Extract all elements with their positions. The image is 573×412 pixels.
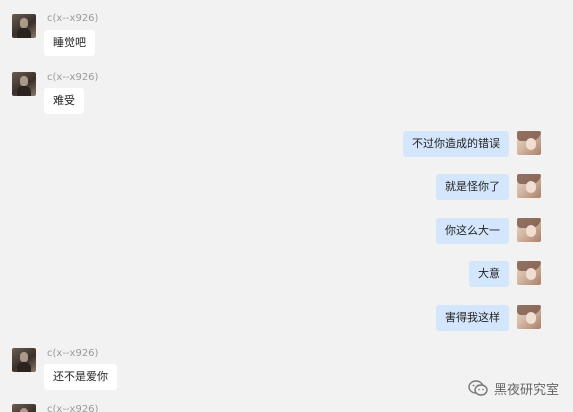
my-avatar[interactable]	[517, 261, 541, 285]
message-bubble[interactable]: 大意	[469, 261, 509, 287]
message-bubble[interactable]: 你这么大一	[436, 218, 509, 244]
message-bubble[interactable]: 害得我这样	[436, 305, 509, 331]
my-avatar[interactable]	[517, 131, 541, 155]
contact-avatar[interactable]	[12, 14, 36, 38]
message-row-right: 你这么大一	[0, 212, 573, 252]
sender-nickname: c(x--x926)	[47, 13, 99, 24]
message-row-left: c(x--x926)	[0, 400, 573, 412]
message-bubble[interactable]: 难受	[44, 88, 84, 114]
message-bubble[interactable]: 不过你造成的错误	[403, 131, 509, 157]
watermark: 黑夜研究室	[468, 379, 559, 398]
message-row-left: c(x--x926) 难受	[0, 60, 573, 120]
wechat-logo-icon	[468, 380, 488, 396]
sender-nickname: c(x--x926)	[47, 72, 99, 83]
my-avatar[interactable]	[517, 305, 541, 329]
my-avatar[interactable]	[517, 218, 541, 242]
chat-message-list: c(x--x926) 睡觉吧 c(x--x926) 难受 不过你造成的错误 就是…	[0, 0, 573, 412]
message-bubble[interactable]: 就是怪你了	[436, 174, 509, 200]
message-row-right: 不过你造成的错误	[0, 125, 573, 165]
contact-avatar[interactable]	[12, 348, 36, 372]
sender-nickname: c(x--x926)	[47, 404, 99, 412]
contact-avatar[interactable]	[12, 72, 36, 96]
sender-nickname: c(x--x926)	[47, 348, 99, 359]
watermark-text: 黑夜研究室	[493, 383, 559, 398]
message-bubble[interactable]: 睡觉吧	[44, 30, 95, 56]
message-row-right: 害得我这样	[0, 299, 573, 339]
message-row-right: 就是怪你了	[0, 168, 573, 208]
message-bubble[interactable]: 还不是爱你	[44, 364, 117, 390]
message-row-left: c(x--x926) 睡觉吧	[0, 0, 573, 60]
message-row-right: 大意	[0, 255, 573, 295]
contact-avatar[interactable]	[12, 404, 36, 412]
my-avatar[interactable]	[517, 174, 541, 198]
